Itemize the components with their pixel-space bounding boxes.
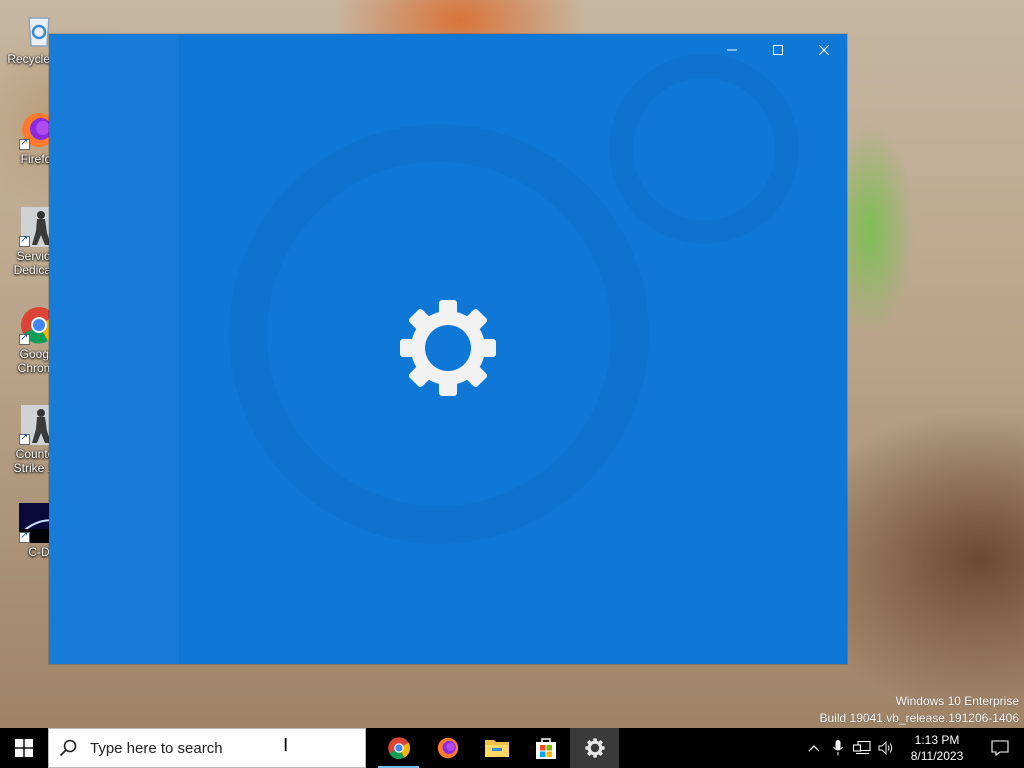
window-backdrop	[609, 54, 799, 244]
action-center-button[interactable]	[976, 740, 1024, 756]
shortcut-arrow-icon	[19, 530, 30, 543]
network-icon	[853, 741, 871, 755]
taskbar-app-settings[interactable]	[570, 728, 619, 768]
taskbar-search-box[interactable]: Type here to search I	[48, 728, 366, 768]
network-button[interactable]	[850, 728, 874, 768]
taskbar-pinned-apps	[374, 728, 619, 768]
window-controls	[709, 34, 847, 66]
volume-button[interactable]	[874, 728, 898, 768]
search-placeholder: Type here to search	[90, 739, 223, 757]
microphone-button[interactable]	[826, 728, 850, 768]
firefox-icon	[437, 737, 458, 759]
store-icon	[535, 738, 556, 759]
taskbar-app-microsoft-store[interactable]	[521, 728, 570, 768]
windows-watermark: Windows 10 Enterprise Build 19041.vb_rel…	[820, 693, 1020, 727]
shortcut-arrow-icon	[19, 234, 30, 247]
show-hidden-icons-button[interactable]	[802, 728, 826, 768]
search-icon	[59, 739, 77, 757]
edition-text: Windows 10 Enterprise	[895, 694, 1019, 708]
start-button[interactable]	[0, 728, 48, 768]
action-center-icon	[991, 740, 1009, 756]
system-tray: 1:13 PM 8/11/2023	[802, 728, 1024, 768]
chrome-icon	[387, 737, 410, 760]
shortcut-arrow-icon	[19, 432, 30, 445]
build-text: Build 19041.vb_release.191206-1406	[819, 711, 1020, 725]
windows-logo-icon	[15, 739, 33, 757]
chevron-up-icon	[808, 745, 820, 752]
taskbar-app-firefox[interactable]	[423, 728, 472, 768]
close-button[interactable]	[801, 34, 847, 66]
maximize-button[interactable]	[755, 34, 801, 66]
microphone-icon	[833, 740, 843, 756]
taskbar-clock[interactable]: 1:13 PM 8/11/2023	[898, 732, 976, 764]
clock-time: 1:13 PM	[914, 733, 960, 747]
text-cursor-icon: I	[283, 735, 289, 756]
minimize-icon	[727, 49, 737, 51]
volume-icon	[878, 741, 893, 755]
taskbar: Type here to search I 1:13 PM 8/11/2023	[0, 728, 1024, 768]
taskbar-app-file-explorer[interactable]	[472, 728, 521, 768]
gear-icon	[584, 738, 605, 758]
taskbar-app-chrome[interactable]	[374, 728, 423, 768]
window-backdrop	[49, 34, 179, 664]
folder-icon	[484, 740, 509, 757]
gear-icon	[400, 300, 496, 396]
maximize-icon	[773, 45, 783, 55]
shortcut-arrow-icon	[19, 137, 30, 150]
close-icon	[819, 45, 829, 55]
shortcut-arrow-icon	[19, 332, 30, 345]
clock-date: 8/11/2023	[910, 749, 964, 763]
minimize-button[interactable]	[709, 34, 755, 66]
settings-window[interactable]	[49, 34, 847, 664]
